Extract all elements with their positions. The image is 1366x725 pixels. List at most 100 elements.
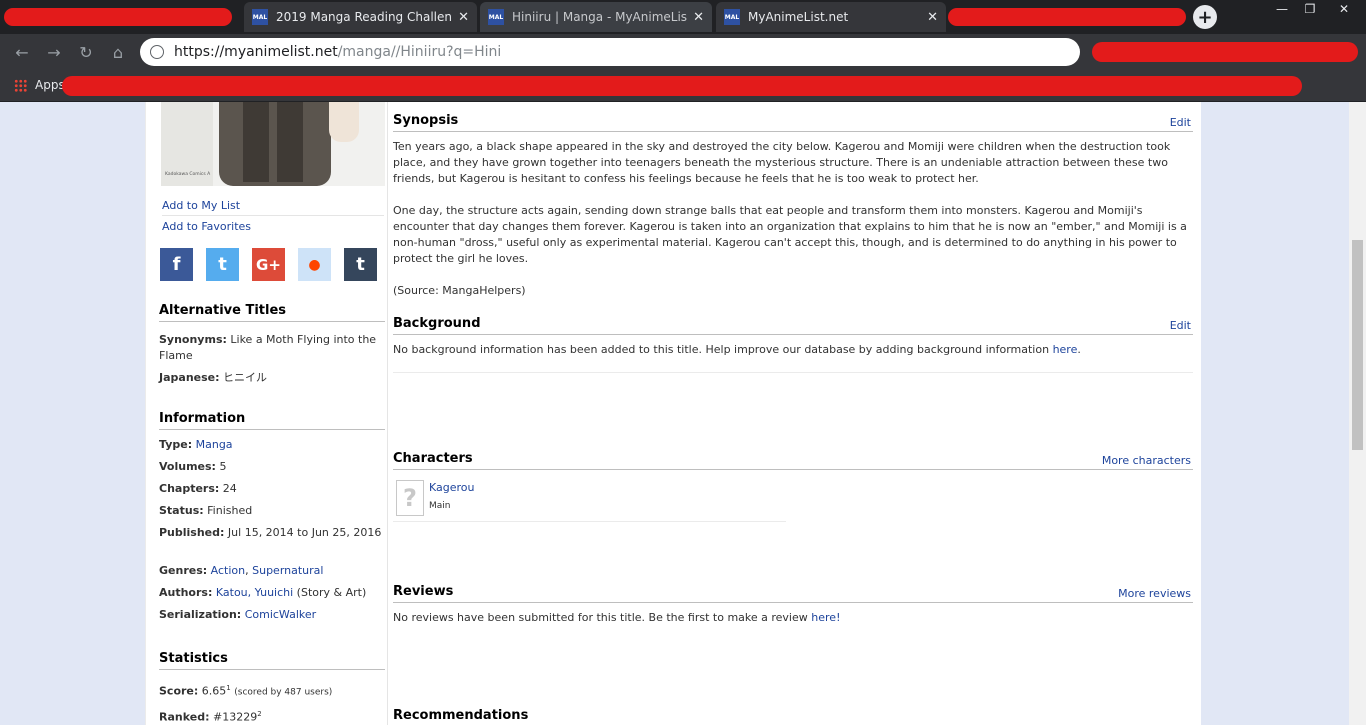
serialization-row: Serialization: ComicWalker — [159, 607, 384, 623]
status-value: Finished — [207, 504, 253, 517]
character-role: Main — [429, 501, 451, 511]
cover-image[interactable]: Kadokawa Comics A — [161, 102, 385, 186]
apps-shortcut[interactable]: Apps — [14, 78, 65, 92]
tab-reading-challenge[interactable]: MAL 2019 Manga Reading Challenge ✕ — [244, 2, 477, 32]
synopsis-header: Synopsis Edit — [393, 110, 1193, 132]
minimize-button[interactable]: — — [1268, 0, 1296, 18]
authors-row: Authors: Katou, Yuuichi (Story & Art) — [159, 585, 384, 601]
mal-favicon-icon: MAL — [488, 9, 504, 25]
facebook-share-icon[interactable]: f — [160, 248, 193, 281]
ranked-label: Ranked: — [159, 710, 210, 724]
close-window-button[interactable]: ✕ — [1330, 0, 1358, 18]
tab-myanimelist[interactable]: MAL MyAnimeList.net ✕ — [716, 2, 946, 32]
address-bar[interactable]: https://myanimelist.net /manga//Hiniiru?… — [140, 38, 1080, 66]
japanese-value: ヒニイル — [223, 371, 268, 384]
close-tab-icon[interactable]: ✕ — [927, 10, 938, 25]
cover-publisher-text: Kadokawa Comics A — [165, 172, 211, 177]
redacted-bookmarks — [62, 76, 1302, 96]
scrollbar-thumb[interactable] — [1352, 240, 1363, 450]
reviews-here-link[interactable]: here — [811, 611, 836, 624]
reddit-share-icon[interactable]: ● — [298, 248, 331, 281]
url-host: https://myanimelist.net — [174, 44, 338, 60]
published-label: Published: — [159, 526, 225, 539]
tumblr-share-icon[interactable]: t — [344, 248, 377, 281]
character-placeholder-icon[interactable]: ? — [396, 480, 424, 516]
background-heading: Background — [393, 316, 481, 331]
url-path: /manga//Hiniiru?q=Hini — [337, 44, 502, 60]
recommendations-heading: Recommendations — [393, 708, 529, 723]
synopsis-heading: Synopsis — [393, 113, 459, 128]
page-scrollbar[interactable] — [1349, 102, 1366, 725]
published-row: Published: Jul 15, 2014 to Jun 25, 2016 — [159, 525, 384, 541]
type-link[interactable]: Manga — [196, 438, 233, 451]
manga-page: Kadokawa Comics A Add to My List Add to … — [145, 102, 1201, 725]
reviews-message: No reviews have been submitted for this … — [393, 611, 812, 624]
synonyms-row: Synonyms: Like a Moth Flying into the Fl… — [159, 332, 384, 364]
reload-button[interactable]: ↻ — [74, 40, 98, 64]
background-message: No background information has been added… — [393, 343, 1053, 356]
recommendations-header: Recommendations — [393, 705, 1193, 725]
type-label: Type: — [159, 438, 193, 451]
apps-label: Apps — [35, 78, 65, 92]
more-reviews-link[interactable]: More reviews — [1118, 587, 1191, 600]
character-name-link[interactable]: Kagerou — [429, 481, 475, 494]
tab-title: 2019 Manga Reading Challenge — [276, 10, 453, 24]
ranked-value: #13229 — [212, 710, 258, 724]
background-end: . — [1077, 343, 1081, 356]
twitter-share-icon[interactable]: t — [206, 248, 239, 281]
chapters-row: Chapters: 24 — [159, 481, 384, 497]
information-heading: Information — [159, 411, 385, 430]
background-text: No background information has been added… — [393, 342, 1197, 358]
restore-button[interactable]: ❐ — [1296, 0, 1324, 18]
score-label: Score: — [159, 684, 199, 698]
cover-figure — [219, 102, 331, 186]
reviews-end: ! — [836, 611, 841, 624]
new-tab-button[interactable]: + — [1193, 5, 1217, 29]
genres-row: Genres: Action, Supernatural — [159, 563, 384, 579]
home-button[interactable]: ⌂ — [106, 40, 130, 64]
volumes-label: Volumes: — [159, 460, 216, 473]
tab-hiniiru[interactable]: MAL Hiniiru | Manga - MyAnimeList.n ✕ — [480, 2, 712, 32]
synopsis-edit-link[interactable]: Edit — [1170, 116, 1191, 129]
reviews-text: No reviews have been submitted for this … — [393, 610, 1197, 626]
type-row: Type: Manga — [159, 437, 384, 453]
redacted-tab — [948, 8, 1186, 26]
bookmarks-bar: Apps — [0, 70, 1366, 102]
close-tab-icon[interactable]: ✕ — [693, 10, 704, 25]
score-value: 6.65 — [201, 684, 227, 698]
author-link[interactable]: Katou, Yuuichi — [216, 586, 293, 599]
characters-header: Characters More characters — [393, 448, 1193, 470]
left-sidebar: Kadokawa Comics A Add to My List Add to … — [146, 102, 388, 725]
add-to-favorites-link[interactable]: Add to Favorites — [162, 220, 384, 236]
character-card: ? Kagerou Main — [393, 474, 786, 522]
cover-hand — [329, 102, 359, 142]
genre-supernatural-link[interactable]: Supernatural — [252, 564, 323, 577]
ranked-footnote: 2 — [257, 710, 262, 718]
google-plus-share-icon[interactable]: G+ — [252, 248, 285, 281]
cover-leg — [243, 102, 269, 182]
background-here-link[interactable]: here — [1053, 343, 1078, 356]
background-edit-link[interactable]: Edit — [1170, 319, 1191, 332]
chapters-label: Chapters: — [159, 482, 220, 495]
characters-heading: Characters — [393, 451, 473, 466]
score-row: Score: 6.651 (scored by 487 users) — [159, 680, 384, 701]
background-header: Background Edit — [393, 313, 1193, 335]
mal-favicon-icon: MAL — [252, 9, 268, 25]
forward-button[interactable]: → — [42, 40, 66, 64]
synopsis-paragraph-2: One day, the structure acts again, sendi… — [393, 204, 1187, 265]
genre-action-link[interactable]: Action — [211, 564, 245, 577]
score-footnote: 1 — [226, 684, 231, 692]
add-to-list-link[interactable]: Add to My List — [162, 199, 384, 216]
apps-grid-icon — [14, 78, 27, 92]
serialization-link[interactable]: ComicWalker — [245, 608, 316, 621]
tab-title: Hiniiru | Manga - MyAnimeList.n — [512, 10, 688, 24]
back-button[interactable]: ← — [10, 40, 34, 64]
japanese-label: Japanese: — [159, 371, 220, 384]
globe-icon — [150, 45, 164, 59]
cover-leg — [277, 102, 303, 182]
close-tab-icon[interactable]: ✕ — [458, 10, 469, 25]
japanese-row: Japanese: ヒニイル — [159, 370, 384, 386]
reviews-header: Reviews More reviews — [393, 581, 1193, 603]
more-characters-link[interactable]: More characters — [1102, 454, 1191, 467]
published-value: Jul 15, 2014 to Jun 25, 2016 — [227, 526, 382, 539]
